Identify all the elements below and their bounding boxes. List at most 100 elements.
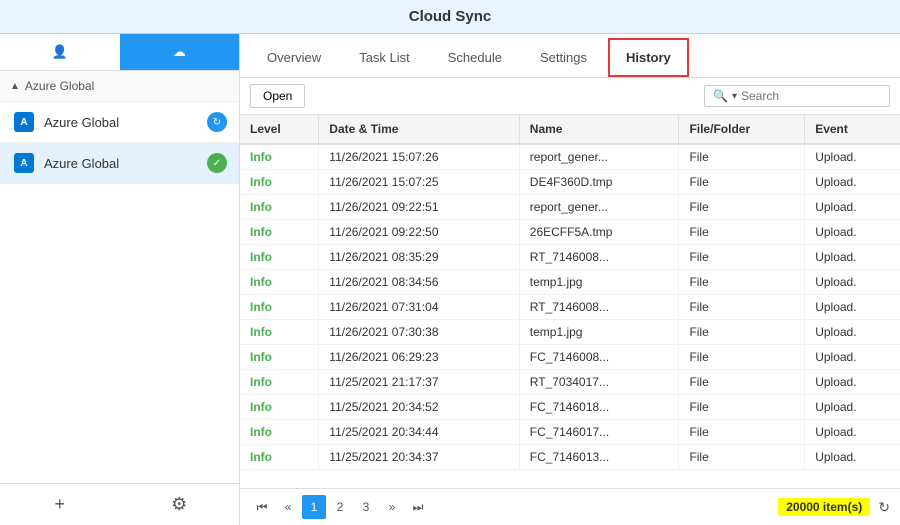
cell-level-12: Info — [240, 445, 319, 470]
cell-filefolder-10: File — [679, 395, 805, 420]
cell-name-0: report_gener... — [519, 144, 679, 170]
cell-name-8: FC_7146008... — [519, 345, 679, 370]
settings-icon: ⚙ — [171, 494, 187, 514]
azure-icon-2: A — [12, 151, 36, 175]
sidebar-tab-cloud[interactable]: ☁ — [120, 34, 240, 70]
next-page-button[interactable]: » — [380, 495, 404, 519]
sidebar-group[interactable]: ▲ Azure Global — [0, 71, 239, 102]
first-page-button[interactable]: ⏮ — [250, 495, 274, 519]
cell-datetime-3: 11/26/2021 09:22:50 — [319, 220, 519, 245]
cell-filefolder-11: File — [679, 420, 805, 445]
cell-event-0: Upload. — [805, 144, 900, 170]
cell-event-9: Upload. — [805, 370, 900, 395]
search-dropdown[interactable]: ▾ — [732, 91, 737, 102]
content-area: Overview Task List Schedule Settings His… — [240, 34, 900, 525]
refresh-button[interactable]: ↻ — [878, 499, 890, 516]
chevron-icon: ▲ — [10, 81, 20, 92]
user-icon: 👤 — [52, 44, 68, 59]
cell-filefolder-3: File — [679, 220, 805, 245]
cell-datetime-4: 11/26/2021 08:35:29 — [319, 245, 519, 270]
sidebar-footer: + ⚙ — [0, 483, 239, 525]
cell-name-2: report_gener... — [519, 195, 679, 220]
cell-event-12: Upload. — [805, 445, 900, 470]
tab-tasklist[interactable]: Task List — [342, 39, 427, 76]
sidebar-item-label-2: Azure Global — [44, 156, 207, 171]
cell-datetime-7: 11/26/2021 07:30:38 — [319, 320, 519, 345]
cell-event-4: Upload. — [805, 245, 900, 270]
cell-level-6: Info — [240, 295, 319, 320]
tab-history[interactable]: History — [608, 38, 689, 77]
table-row[interactable]: Info 11/26/2021 07:30:38 temp1.jpg File … — [240, 320, 900, 345]
tabs-bar: Overview Task List Schedule Settings His… — [240, 34, 900, 78]
app-title: Cloud Sync — [409, 8, 492, 25]
col-event: Event — [805, 115, 900, 144]
cell-level-5: Info — [240, 270, 319, 295]
cell-level-9: Info — [240, 370, 319, 395]
table-row[interactable]: Info 11/26/2021 15:07:25 DE4F360D.tmp Fi… — [240, 170, 900, 195]
settings-button[interactable]: ⚙ — [120, 484, 240, 525]
table-row[interactable]: Info 11/26/2021 09:22:51 report_gener...… — [240, 195, 900, 220]
table-row[interactable]: Info 11/26/2021 06:29:23 FC_7146008... F… — [240, 345, 900, 370]
sidebar-item-label-1: Azure Global — [44, 115, 207, 130]
open-button[interactable]: Open — [250, 84, 305, 108]
page-3-button[interactable]: 3 — [354, 495, 378, 519]
cell-level-4: Info — [240, 245, 319, 270]
col-filefolder: File/Folder — [679, 115, 805, 144]
cell-name-4: RT_7146008... — [519, 245, 679, 270]
table-row[interactable]: Info 11/25/2021 20:34:44 FC_7146017... F… — [240, 420, 900, 445]
last-page-button[interactable]: ⏭ — [406, 495, 430, 519]
toolbar: Open 🔍 ▾ — [240, 78, 900, 115]
cell-name-11: FC_7146017... — [519, 420, 679, 445]
cell-filefolder-12: File — [679, 445, 805, 470]
tab-overview-label: Overview — [267, 50, 321, 65]
cell-event-3: Upload. — [805, 220, 900, 245]
search-input[interactable] — [741, 89, 881, 103]
page-2-button[interactable]: 2 — [328, 495, 352, 519]
cell-event-1: Upload. — [805, 170, 900, 195]
table-header-row: Level Date & Time Name File/Folder Event — [240, 115, 900, 144]
table-row[interactable]: Info 11/26/2021 07:31:04 RT_7146008... F… — [240, 295, 900, 320]
tab-overview[interactable]: Overview — [250, 39, 338, 76]
tab-settings[interactable]: Settings — [523, 39, 604, 76]
col-name: Name — [519, 115, 679, 144]
cell-name-12: FC_7146013... — [519, 445, 679, 470]
sidebar-item-azure-1[interactable]: A Azure Global ↻ — [0, 102, 239, 143]
cell-event-8: Upload. — [805, 345, 900, 370]
cell-level-0: Info — [240, 144, 319, 170]
table-row[interactable]: Info 11/26/2021 08:35:29 RT_7146008... F… — [240, 245, 900, 270]
toolbar-left: Open — [250, 84, 305, 108]
cell-level-3: Info — [240, 220, 319, 245]
tab-schedule[interactable]: Schedule — [431, 39, 519, 76]
cell-filefolder-8: File — [679, 345, 805, 370]
table-row[interactable]: Info 11/26/2021 09:22:50 26ECFF5A.tmp Fi… — [240, 220, 900, 245]
cell-filefolder-7: File — [679, 320, 805, 345]
table-row[interactable]: Info 11/25/2021 21:17:37 RT_7034017... F… — [240, 370, 900, 395]
cell-level-8: Info — [240, 345, 319, 370]
pagination-controls: ⏮ « 1 2 3 » ⏭ — [250, 495, 430, 519]
main-layout: 👤 ☁ ▲ Azure Global A Azure Global ↻ — [0, 34, 900, 525]
table-row[interactable]: Info 11/26/2021 08:34:56 temp1.jpg File … — [240, 270, 900, 295]
table-row[interactable]: Info 11/25/2021 20:34:52 FC_7146018... F… — [240, 395, 900, 420]
cell-datetime-9: 11/25/2021 21:17:37 — [319, 370, 519, 395]
cell-name-3: 26ECFF5A.tmp — [519, 220, 679, 245]
cell-name-6: RT_7146008... — [519, 295, 679, 320]
cell-event-2: Upload. — [805, 195, 900, 220]
open-label: Open — [263, 89, 292, 103]
sync-badge-1: ↻ — [207, 112, 227, 132]
sidebar-tab-user[interactable]: 👤 — [0, 34, 120, 70]
cell-filefolder-4: File — [679, 245, 805, 270]
page-1-button[interactable]: 1 — [302, 495, 326, 519]
items-count: 20000 item(s) — [778, 498, 870, 516]
add-button[interactable]: + — [0, 484, 120, 525]
tab-history-label: History — [626, 50, 671, 65]
cell-event-6: Upload. — [805, 295, 900, 320]
table-row[interactable]: Info 11/26/2021 15:07:26 report_gener...… — [240, 144, 900, 170]
table-row[interactable]: Info 11/25/2021 20:34:37 FC_7146013... F… — [240, 445, 900, 470]
cell-name-5: temp1.jpg — [519, 270, 679, 295]
search-box: 🔍 ▾ — [704, 85, 890, 107]
tab-settings-label: Settings — [540, 50, 587, 65]
prev-page-button[interactable]: « — [276, 495, 300, 519]
sidebar-item-azure-2[interactable]: A Azure Global ✓ — [0, 143, 239, 184]
pagination: ⏮ « 1 2 3 » ⏭ 20000 item(s) ↻ — [240, 488, 900, 525]
cell-datetime-8: 11/26/2021 06:29:23 — [319, 345, 519, 370]
